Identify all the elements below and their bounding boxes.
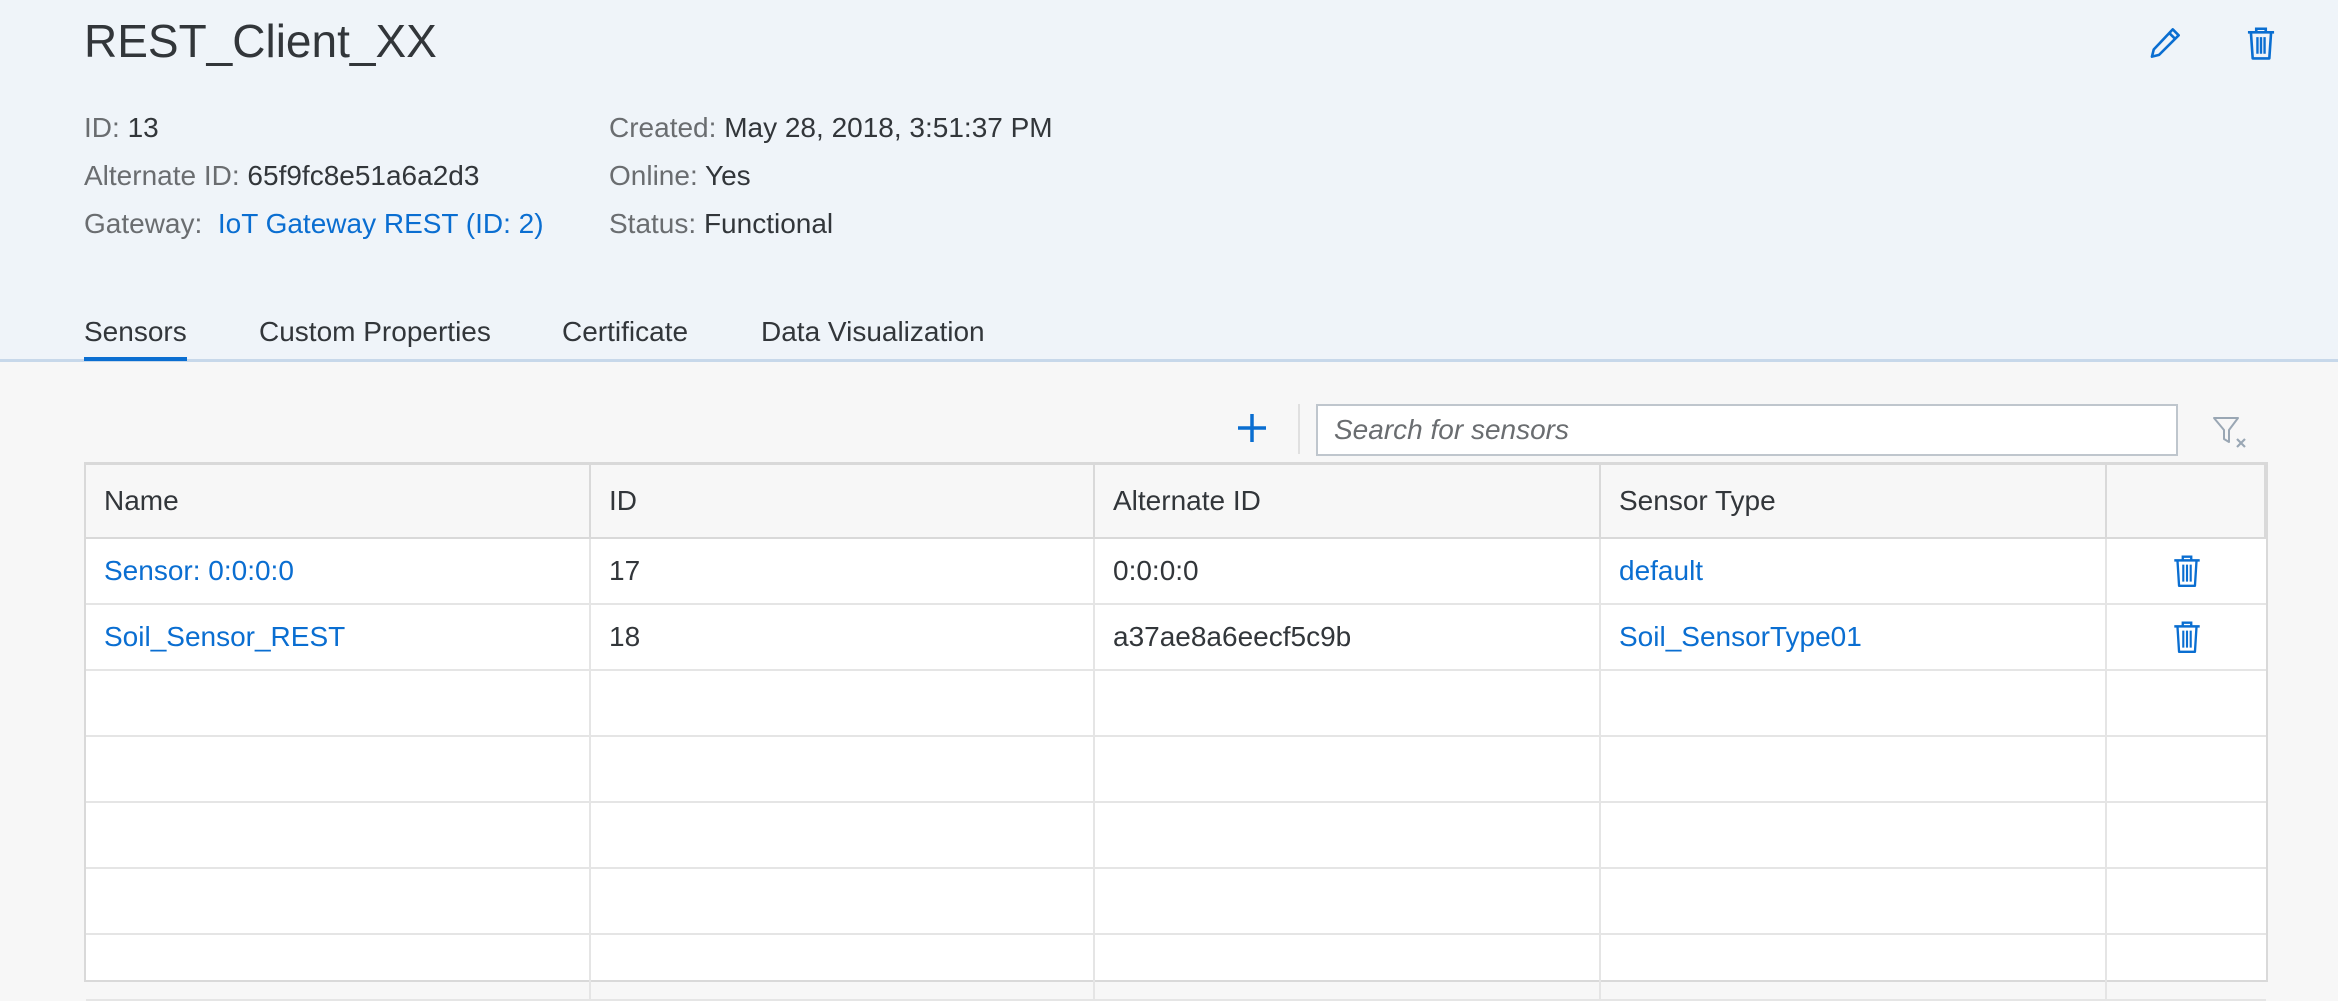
column-header-name: Name bbox=[86, 465, 591, 537]
empty-cell bbox=[86, 671, 591, 735]
tab-certificate-label: Certificate bbox=[562, 316, 689, 347]
empty-table-row bbox=[86, 935, 2266, 1001]
empty-cell bbox=[86, 935, 591, 999]
attr-gateway: Gateway: IoT Gateway REST (ID: 2) bbox=[84, 207, 544, 241]
tab-sensors[interactable]: Sensors bbox=[84, 312, 187, 361]
empty-cell bbox=[591, 671, 1095, 735]
attr-id-label: ID: bbox=[84, 112, 120, 143]
empty-cell bbox=[591, 803, 1095, 867]
sensors-table: Name ID Alternate ID Sensor Type Sensor:… bbox=[84, 462, 2268, 1001]
sensor-type-link[interactable]: default bbox=[1619, 555, 1703, 587]
tab-custom-properties-label: Custom Properties bbox=[259, 316, 491, 347]
cell-sensor-type: default bbox=[1601, 539, 2107, 603]
attr-online: Online: Yes bbox=[609, 159, 751, 193]
tab-custom-properties[interactable]: Custom Properties bbox=[259, 312, 491, 360]
tab-sensors-label: Sensors bbox=[84, 316, 187, 347]
attr-status-value: Functional bbox=[703, 208, 834, 239]
empty-cell bbox=[2107, 935, 2266, 999]
empty-table-row bbox=[86, 803, 2266, 869]
empty-cell bbox=[1095, 737, 1601, 801]
attr-alternate-id-label: Alternate ID: bbox=[84, 160, 240, 191]
page-title: REST_Client_XX bbox=[84, 15, 437, 67]
column-header-alternate-id: Alternate ID bbox=[1095, 465, 1601, 537]
column-header-sensor-type: Sensor Type bbox=[1601, 465, 2107, 537]
pencil-icon[interactable] bbox=[2146, 24, 2184, 62]
empty-cell bbox=[2107, 671, 2266, 735]
empty-cell bbox=[591, 935, 1095, 999]
empty-cell bbox=[591, 869, 1095, 933]
object-header: REST_Client_XX ID: 13 Alternate ID: 65f9… bbox=[0, 0, 2338, 362]
cell-name: Soil_Sensor_REST bbox=[86, 605, 591, 669]
attr-created: Created: May 28, 2018, 3:51:37 PM bbox=[609, 111, 1053, 145]
cell-name: Sensor: 0:0:0:0 bbox=[86, 539, 591, 603]
empty-cell bbox=[86, 869, 591, 933]
active-tab-indicator bbox=[84, 357, 187, 361]
empty-cell bbox=[1095, 869, 1601, 933]
sensor-type-link[interactable]: Soil_SensorType01 bbox=[1619, 621, 1862, 653]
tab-data-visualization[interactable]: Data Visualization bbox=[761, 312, 985, 360]
empty-cell bbox=[86, 737, 591, 801]
empty-cell bbox=[86, 803, 591, 867]
attr-online-value: Yes bbox=[705, 160, 751, 191]
empty-table-row bbox=[86, 737, 2266, 803]
attr-alternate-id: Alternate ID: 65f9fc8e51a6a2d3 bbox=[84, 159, 479, 193]
search-input[interactable] bbox=[1316, 404, 2178, 456]
empty-cell bbox=[1601, 671, 2107, 735]
attr-created-value: May 28, 2018, 3:51:37 PM bbox=[724, 112, 1053, 143]
cell-alternate-id: a37ae8a6eecf5c9b bbox=[1095, 605, 1601, 669]
column-header-actions bbox=[2107, 465, 2266, 537]
attr-status-label: Status: bbox=[609, 208, 697, 239]
cell-id: 18 bbox=[591, 605, 1095, 669]
filter-clear-icon[interactable] bbox=[2208, 410, 2252, 454]
empty-cell bbox=[2107, 803, 2266, 867]
toolbar-separator bbox=[1298, 404, 1300, 454]
empty-cell bbox=[1095, 671, 1601, 735]
trash-icon[interactable] bbox=[2242, 24, 2280, 62]
attr-status: Status: Functional bbox=[609, 207, 833, 241]
cell-id: 17 bbox=[591, 539, 1095, 603]
gateway-link[interactable]: IoT Gateway REST (ID: 2) bbox=[218, 208, 544, 239]
attr-created-label: Created: bbox=[609, 112, 717, 143]
empty-cell bbox=[1095, 803, 1601, 867]
attr-gateway-label: Gateway: bbox=[84, 208, 203, 239]
empty-cell bbox=[1601, 869, 2107, 933]
empty-table-row bbox=[86, 671, 2266, 737]
cell-actions bbox=[2107, 605, 2266, 669]
delete-row-trash-icon[interactable] bbox=[2170, 619, 2204, 655]
cell-actions bbox=[2107, 539, 2266, 603]
attr-id-value: 13 bbox=[127, 112, 159, 143]
tab-certificate[interactable]: Certificate bbox=[562, 312, 688, 360]
column-header-id: ID bbox=[591, 465, 1095, 537]
empty-cell bbox=[2107, 869, 2266, 933]
empty-cell bbox=[1601, 737, 2107, 801]
sensor-name-link[interactable]: Soil_Sensor_REST bbox=[104, 621, 345, 653]
table-header-row: Name ID Alternate ID Sensor Type bbox=[86, 465, 2266, 539]
sensor-name-link[interactable]: Sensor: 0:0:0:0 bbox=[104, 555, 294, 587]
plus-icon[interactable] bbox=[1232, 408, 1272, 448]
empty-cell bbox=[1601, 935, 2107, 999]
empty-cell bbox=[591, 737, 1095, 801]
attr-online-label: Online: bbox=[609, 160, 698, 191]
empty-cell bbox=[1601, 803, 2107, 867]
table-row[interactable]: Sensor: 0:0:0:0 17 0:0:0:0 default bbox=[86, 539, 2266, 605]
attr-id: ID: 13 bbox=[84, 111, 159, 145]
delete-row-trash-icon[interactable] bbox=[2170, 553, 2204, 589]
cell-sensor-type: Soil_SensorType01 bbox=[1601, 605, 2107, 669]
table-row[interactable]: Soil_Sensor_REST 18 a37ae8a6eecf5c9b Soi… bbox=[86, 605, 2266, 671]
empty-table-row bbox=[86, 869, 2266, 935]
attr-alternate-id-value: 65f9fc8e51a6a2d3 bbox=[247, 160, 480, 191]
empty-cell bbox=[2107, 737, 2266, 801]
tab-data-visualization-label: Data Visualization bbox=[761, 316, 985, 347]
cell-alternate-id: 0:0:0:0 bbox=[1095, 539, 1601, 603]
empty-cell bbox=[1095, 935, 1601, 999]
